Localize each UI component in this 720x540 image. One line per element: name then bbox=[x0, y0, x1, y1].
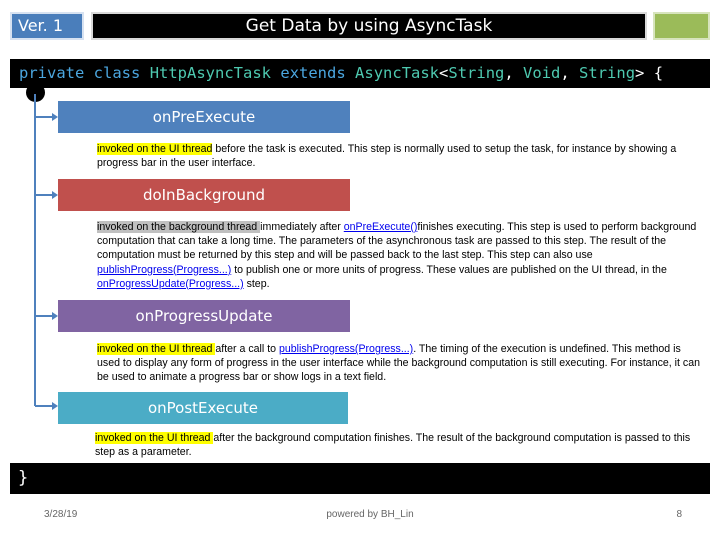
code-lt: < bbox=[439, 64, 449, 82]
step-title: doInBackground bbox=[142, 186, 266, 204]
description-text: after a call to bbox=[215, 343, 279, 355]
slide-title: Get Data by using AsyncTask bbox=[91, 12, 647, 40]
description-text: to publish one or more units of progress… bbox=[231, 263, 667, 276]
footer-credit: powered by BH_Lin bbox=[326, 509, 414, 520]
code-type-param-2: Void bbox=[523, 64, 561, 82]
step-doinbackground: doInBackground bbox=[58, 179, 350, 211]
connector-doinbackground bbox=[35, 194, 53, 196]
version-label: Ver. 1 bbox=[18, 16, 64, 35]
footer-date: 3/28/19 bbox=[44, 509, 78, 520]
step-onprogressupdate: onProgressUpdate bbox=[58, 300, 350, 332]
step-title: onPostExecute bbox=[147, 399, 259, 417]
publishprogress-link[interactable]: publishProgress(Progress...) bbox=[97, 264, 231, 276]
description-text: step. bbox=[243, 277, 270, 290]
onpreexecute-link[interactable]: onPreExecute() bbox=[344, 221, 418, 233]
description-text: immediately after bbox=[260, 221, 344, 233]
class-closing-code: } bbox=[10, 463, 710, 494]
code-keyword-extends: extends bbox=[280, 64, 346, 82]
step-description-doinbackground: invoked on the background thread immedia… bbox=[97, 220, 702, 291]
green-accent-box bbox=[653, 12, 710, 40]
connector-onpreexecute bbox=[35, 116, 53, 118]
highlight-ui-thread: invoked on the UI thread bbox=[97, 143, 213, 155]
connector-onpostexecute bbox=[35, 405, 53, 407]
code-type-param-3: String bbox=[579, 64, 636, 82]
step-description-onprogressupdate: invoked on the UI thread after a call to… bbox=[97, 342, 702, 385]
step-description-onpreexecute: invoked on the UI thread before the task… bbox=[97, 142, 707, 170]
connector-onprogressupdate bbox=[35, 315, 53, 317]
step-title: onProgressUpdate bbox=[135, 307, 273, 325]
step-onpreexecute: onPreExecute bbox=[58, 101, 350, 133]
code-gt-brace: > { bbox=[635, 64, 664, 82]
highlight-background-thread: invoked on the background thread bbox=[97, 221, 261, 233]
onprogressupdate-link[interactable]: onProgressUpdate(Progress...) bbox=[97, 278, 244, 290]
closing-brace: } bbox=[18, 468, 29, 488]
class-declaration-code: private class HttpAsyncTask extends Asyn… bbox=[10, 59, 710, 88]
step-description-onpostexecute: invoked on the UI thread after the backg… bbox=[95, 431, 705, 459]
version-badge: Ver. 1 bbox=[10, 12, 84, 40]
slide-number: 8 bbox=[676, 509, 682, 520]
code-keyword-class: class bbox=[93, 64, 141, 82]
code-superclass: AsyncTask bbox=[355, 64, 440, 82]
timeline-line bbox=[34, 94, 36, 406]
step-title: onPreExecute bbox=[152, 108, 256, 126]
step-onpostexecute: onPostExecute bbox=[58, 392, 348, 424]
highlight-ui-thread: invoked on the UI thread bbox=[95, 432, 214, 444]
code-type-param-1: String bbox=[448, 64, 505, 82]
slide-title-text: Get Data by using AsyncTask bbox=[245, 16, 493, 36]
code-keyword-private: private bbox=[19, 64, 85, 82]
code-class-name: HttpAsyncTask bbox=[149, 64, 272, 82]
publishprogress-link[interactable]: publishProgress(Progress...) bbox=[279, 343, 413, 355]
highlight-ui-thread: invoked on the UI thread bbox=[97, 343, 216, 355]
